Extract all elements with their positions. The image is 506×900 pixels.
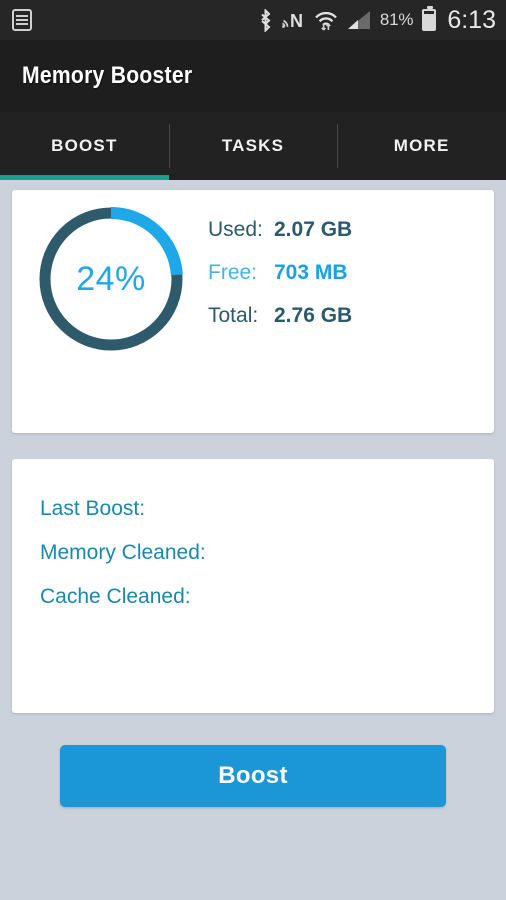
boost-button[interactable]: Boost	[60, 745, 446, 807]
memory-usage-card: 24% Used: 2.07 GB Free: 703 MB Total: 2.…	[12, 190, 494, 433]
status-bar-left	[12, 9, 32, 31]
memory-cleaned-label: Memory Cleaned:	[40, 541, 206, 564]
boost-button-container: Boost	[12, 745, 494, 807]
tab-boost-label: BOOST	[51, 136, 118, 155]
memory-stat-free-value: 703 MB	[274, 261, 348, 284]
cellular-signal-icon	[347, 10, 370, 29]
memory-stat-free: Free: 703 MB	[208, 261, 352, 285]
memory-donut-chart: 24%	[38, 206, 184, 352]
tab-boost[interactable]: BOOST	[0, 112, 169, 180]
bluetooth-icon	[261, 8, 271, 32]
app-title: Memory Booster	[22, 62, 193, 89]
memory-stat-used-label: Used:	[208, 218, 263, 241]
main-content: 24% Used: 2.07 GB Free: 703 MB Total: 2.…	[0, 190, 506, 807]
memory-stat-used-value: 2.07 GB	[274, 218, 353, 241]
nfc-icon: N	[281, 11, 303, 31]
info-row-cache-cleaned: Cache Cleaned:	[40, 585, 494, 609]
status-bar-clock: 6:13	[447, 5, 496, 34]
memory-stat-free-label: Free:	[208, 261, 258, 284]
svg-text:N: N	[290, 11, 303, 31]
memory-stats-list: Used: 2.07 GB Free: 703 MB Total: 2.76 G…	[208, 218, 352, 328]
tab-more-label: MORE	[393, 136, 450, 155]
memory-stat-total-label: Total:	[208, 304, 259, 327]
memory-stat-used: Used: 2.07 GB	[208, 218, 352, 242]
info-row-last-boost: Last Boost:	[40, 497, 494, 521]
notification-list-icon	[12, 9, 32, 31]
active-tab-indicator	[0, 175, 169, 180]
app-bar: Memory Booster	[0, 40, 506, 112]
tab-tasks[interactable]: TASKS	[168, 112, 338, 180]
cache-cleaned-label: Cache Cleaned:	[40, 585, 191, 608]
info-row-memory-cleaned: Memory Cleaned:	[40, 541, 494, 565]
last-boost-label: Last Boost:	[40, 497, 146, 520]
memory-percent-label: 24%	[76, 259, 146, 298]
wifi-icon	[315, 11, 337, 31]
status-bar: N 81% 6:13	[0, 0, 506, 40]
status-bar-right: N 81% 6:13	[258, 5, 496, 34]
battery-percent-label: 81%	[379, 10, 414, 29]
memory-stat-total: Total: 2.76 GB	[208, 304, 352, 328]
tab-tasks-label: TASKS	[221, 136, 285, 155]
battery-icon	[422, 6, 437, 31]
memory-stat-total-value: 2.76 GB	[274, 304, 353, 327]
tab-more[interactable]: MORE	[337, 112, 506, 180]
tab-bar: BOOST TASKS MORE	[0, 112, 506, 180]
boost-info-card: Last Boost: Memory Cleaned: Cache Cleane…	[12, 459, 494, 713]
